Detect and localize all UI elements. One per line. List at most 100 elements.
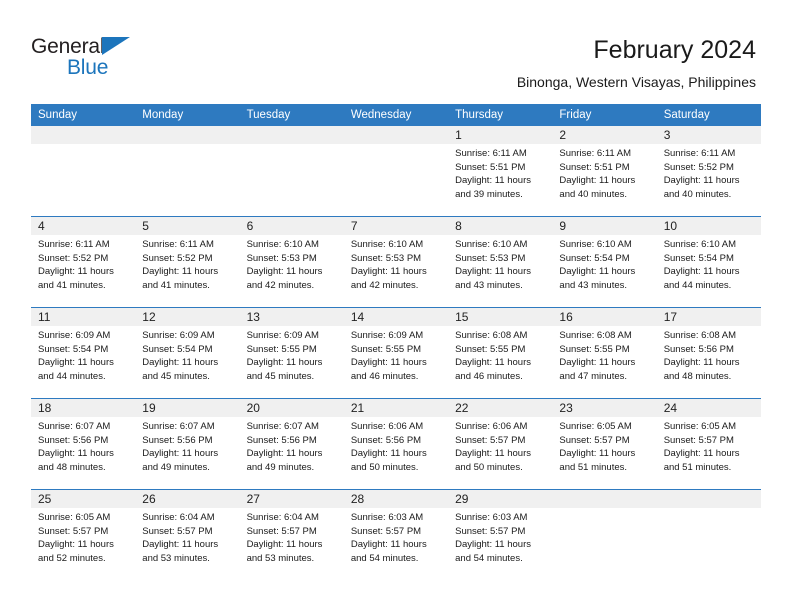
day-number[interactable]: 22 [448, 398, 553, 417]
daylight-text-line2: and 44 minutes. [38, 370, 106, 382]
day-number[interactable]: 18 [31, 398, 136, 417]
day-cell[interactable]: Sunrise: 6:05 AM Sunset: 5:57 PM Dayligh… [31, 508, 136, 580]
sunset-text: Sunset: 5:53 PM [455, 252, 526, 264]
day-number[interactable] [656, 489, 761, 508]
daylight-text-line2: and 42 minutes. [246, 279, 315, 291]
day-number[interactable]: 8 [448, 216, 553, 235]
day-number[interactable]: 29 [448, 489, 553, 508]
day-cell[interactable]: Sunrise: 6:03 AM Sunset: 5:57 PM Dayligh… [448, 508, 553, 580]
day-cell[interactable]: Sunrise: 6:11 AM Sunset: 5:52 PM Dayligh… [656, 144, 761, 217]
sunset-text: Sunset: 5:55 PM [246, 343, 317, 355]
sunrise-text: Sunrise: 6:11 AM [38, 239, 110, 250]
day-cell[interactable]: Sunrise: 6:06 AM Sunset: 5:57 PM Dayligh… [448, 417, 553, 490]
day-cell[interactable] [656, 508, 761, 580]
day-number[interactable]: 15 [448, 307, 553, 326]
daylight-text-line1: Daylight: 11 hours [455, 266, 531, 278]
week-1-details: Sunrise: 6:11 AM Sunset: 5:51 PM Dayligh… [31, 144, 761, 217]
sunset-text: Sunset: 5:55 PM [455, 343, 526, 355]
day-number[interactable] [31, 126, 136, 144]
day-number[interactable]: 6 [239, 216, 344, 235]
day-cell[interactable]: Sunrise: 6:08 AM Sunset: 5:55 PM Dayligh… [448, 326, 553, 399]
day-number[interactable]: 5 [135, 216, 240, 235]
day-cell[interactable]: Sunrise: 6:11 AM Sunset: 5:51 PM Dayligh… [552, 144, 657, 217]
day-number[interactable]: 2 [552, 126, 657, 144]
day-cell[interactable] [552, 508, 657, 580]
day-number[interactable]: 20 [239, 398, 344, 417]
day-number[interactable]: 19 [135, 398, 240, 417]
day-number[interactable]: 10 [656, 216, 761, 235]
day-number[interactable]: 13 [239, 307, 344, 326]
day-number[interactable]: 9 [552, 216, 657, 235]
day-number[interactable]: 4 [31, 216, 136, 235]
day-cell[interactable]: Sunrise: 6:10 AM Sunset: 5:53 PM Dayligh… [448, 235, 553, 308]
day-number[interactable]: 24 [656, 398, 761, 417]
page-title: February 2024 [593, 36, 756, 64]
day-cell[interactable] [31, 144, 136, 217]
day-number[interactable]: 23 [552, 398, 657, 417]
day-cell[interactable]: Sunrise: 6:08 AM Sunset: 5:55 PM Dayligh… [552, 326, 657, 399]
daylight-text-line1: Daylight: 11 hours [246, 266, 323, 278]
day-number[interactable]: 26 [135, 489, 240, 508]
sunrise-text: Sunrise: 6:09 AM [350, 330, 424, 341]
daylight-text-line1: Daylight: 11 hours [663, 266, 740, 278]
daylight-text-line2: and 44 minutes. [663, 279, 732, 291]
day-cell[interactable]: Sunrise: 6:09 AM Sunset: 5:55 PM Dayligh… [239, 326, 344, 399]
day-number[interactable]: 11 [31, 307, 136, 326]
day-cell[interactable]: Sunrise: 6:11 AM Sunset: 5:51 PM Dayligh… [448, 144, 553, 217]
day-cell[interactable]: Sunrise: 6:09 AM Sunset: 5:54 PM Dayligh… [135, 326, 240, 399]
day-cell[interactable]: Sunrise: 6:03 AM Sunset: 5:57 PM Dayligh… [343, 508, 449, 580]
day-number[interactable]: 7 [343, 216, 449, 235]
day-cell[interactable]: Sunrise: 6:10 AM Sunset: 5:54 PM Dayligh… [552, 235, 657, 308]
day-cell[interactable]: Sunrise: 6:09 AM Sunset: 5:54 PM Dayligh… [31, 326, 136, 399]
day-cell[interactable]: Sunrise: 6:04 AM Sunset: 5:57 PM Dayligh… [135, 508, 240, 580]
day-number[interactable]: 27 [239, 489, 344, 508]
day-cell[interactable] [239, 144, 344, 217]
day-number[interactable]: 28 [343, 489, 449, 508]
day-cell[interactable] [135, 144, 240, 217]
day-cell[interactable]: Sunrise: 6:07 AM Sunset: 5:56 PM Dayligh… [239, 417, 344, 490]
day-number[interactable] [239, 126, 344, 144]
day-cell[interactable]: Sunrise: 6:11 AM Sunset: 5:52 PM Dayligh… [135, 235, 240, 308]
sunset-text: Sunset: 5:54 PM [663, 252, 734, 264]
sunset-text: Sunset: 5:56 PM [663, 343, 734, 355]
daylight-text-line1: Daylight: 11 hours [142, 266, 219, 278]
daylight-text-line2: and 40 minutes. [559, 188, 628, 200]
day-number[interactable]: 3 [656, 126, 761, 144]
day-number[interactable]: 16 [552, 307, 657, 326]
daylight-text-line2: and 52 minutes. [38, 552, 106, 564]
weekday-header-saturday: Saturday [656, 104, 761, 126]
day-cell[interactable]: Sunrise: 6:10 AM Sunset: 5:53 PM Dayligh… [343, 235, 449, 308]
day-number[interactable]: 17 [656, 307, 761, 326]
day-cell[interactable] [343, 144, 449, 217]
day-number[interactable] [135, 126, 240, 144]
sunset-text: Sunset: 5:56 PM [350, 434, 422, 446]
day-number[interactable]: 1 [448, 126, 553, 144]
day-cell[interactable]: Sunrise: 6:07 AM Sunset: 5:56 PM Dayligh… [135, 417, 240, 490]
day-number[interactable] [343, 126, 449, 144]
general-blue-logo[interactable]: General Blue [31, 36, 151, 82]
day-cell[interactable]: Sunrise: 6:07 AM Sunset: 5:56 PM Dayligh… [31, 417, 136, 490]
day-number[interactable]: 21 [343, 398, 449, 417]
day-cell[interactable]: Sunrise: 6:05 AM Sunset: 5:57 PM Dayligh… [656, 417, 761, 490]
day-cell[interactable]: Sunrise: 6:09 AM Sunset: 5:55 PM Dayligh… [343, 326, 449, 399]
day-cell[interactable]: Sunrise: 6:11 AM Sunset: 5:52 PM Dayligh… [31, 235, 136, 308]
day-cell[interactable]: Sunrise: 6:10 AM Sunset: 5:53 PM Dayligh… [239, 235, 344, 308]
day-cell[interactable]: Sunrise: 6:10 AM Sunset: 5:54 PM Dayligh… [656, 235, 761, 308]
day-number[interactable]: 12 [135, 307, 240, 326]
logo-text-blue: Blue [67, 56, 109, 79]
sunrise-text: Sunrise: 6:06 AM [455, 421, 528, 432]
week-4-details: Sunrise: 6:07 AM Sunset: 5:56 PM Dayligh… [31, 417, 761, 490]
sunset-text: Sunset: 5:57 PM [350, 525, 422, 537]
day-cell[interactable]: Sunrise: 6:04 AM Sunset: 5:57 PM Dayligh… [239, 508, 344, 580]
week-3-daynumbers: 11 12 13 14 15 16 17 [31, 307, 761, 326]
daylight-text-line2: and 42 minutes. [350, 279, 419, 291]
sunrise-text: Sunrise: 6:10 AM [663, 239, 737, 250]
day-number[interactable] [552, 489, 657, 508]
sunset-text: Sunset: 5:56 PM [142, 434, 213, 446]
day-number[interactable]: 25 [31, 489, 136, 508]
sunrise-text: Sunrise: 6:09 AM [142, 330, 215, 341]
day-number[interactable]: 14 [343, 307, 449, 326]
day-cell[interactable]: Sunrise: 6:08 AM Sunset: 5:56 PM Dayligh… [656, 326, 761, 399]
day-cell[interactable]: Sunrise: 6:05 AM Sunset: 5:57 PM Dayligh… [552, 417, 657, 490]
day-cell[interactable]: Sunrise: 6:06 AM Sunset: 5:56 PM Dayligh… [343, 417, 449, 490]
